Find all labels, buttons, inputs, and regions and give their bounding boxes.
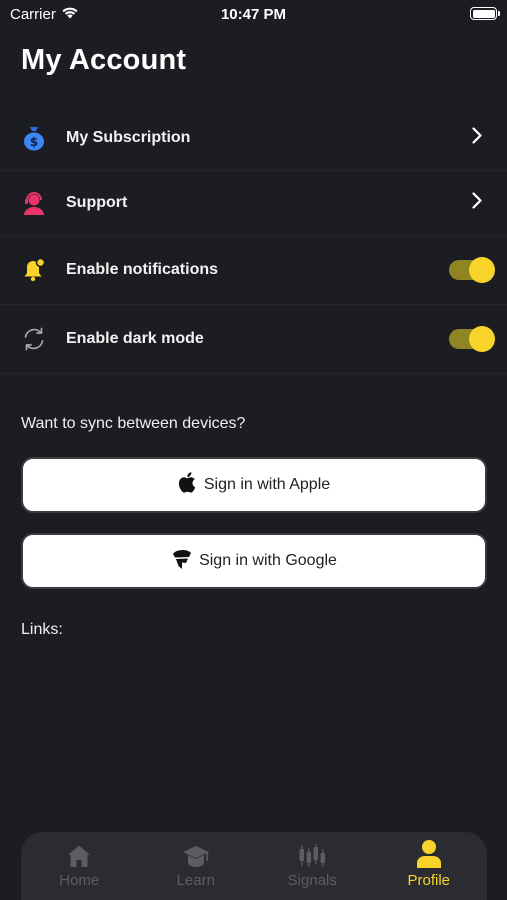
google-icon [171,548,193,575]
support-agent-icon [21,190,47,216]
menu-label-subscription: My Subscription [66,129,191,146]
menu-row-dark-mode[interactable]: Enable dark mode [0,305,507,374]
tab-home[interactable]: Home [21,832,138,900]
links-heading: Links: [21,621,63,638]
tab-bar: Home Learn Signals Profile [21,832,487,900]
sign-in-google-button[interactable]: Sign in with Google [21,533,487,589]
money-bag-icon: $ [21,125,47,151]
tab-label-signals: Signals [287,872,337,889]
sign-in-apple-button[interactable]: Sign in with Apple [21,457,487,513]
home-icon [66,839,92,869]
tab-label-profile: Profile [407,872,451,889]
tab-profile[interactable]: Profile [371,832,488,900]
tab-learn[interactable]: Learn [138,832,255,900]
google-button-label: Sign in with Google [199,552,337,569]
menu-label-notifications: Enable notifications [66,261,219,278]
page-title: My Account [21,44,187,76]
chevron-right-icon [472,127,482,149]
status-bar: Carrier 10:47 PM [0,0,507,28]
tab-label-learn: Learn [176,872,215,889]
svg-text:$: $ [30,135,38,149]
menu-label-dark-mode: Enable dark mode [66,330,204,347]
settings-list: $ My Subscription Support Enable notific… [0,106,507,374]
menu-row-subscription[interactable]: $ My Subscription [0,106,507,171]
graduation-cap-icon [182,839,210,869]
status-time: 10:47 PM [220,6,287,23]
bell-icon [21,257,47,283]
sync-icon [21,326,47,352]
person-icon [416,839,442,869]
dark-mode-toggle[interactable] [449,326,495,352]
sync-prompt: Want to sync between devices? [21,415,246,432]
battery-icon [470,7,500,20]
menu-row-support[interactable]: Support [0,171,507,236]
notifications-toggle[interactable] [449,257,495,283]
apple-button-label: Sign in with Apple [203,476,331,493]
apple-icon [178,471,198,499]
tab-signals[interactable]: Signals [254,832,371,900]
menu-row-notifications[interactable]: Enable notifications [0,236,507,305]
chevron-right-icon [472,192,482,214]
tab-label-home: Home [59,872,100,889]
menu-label-support: Support [66,194,128,211]
candlestick-icon [298,839,326,869]
